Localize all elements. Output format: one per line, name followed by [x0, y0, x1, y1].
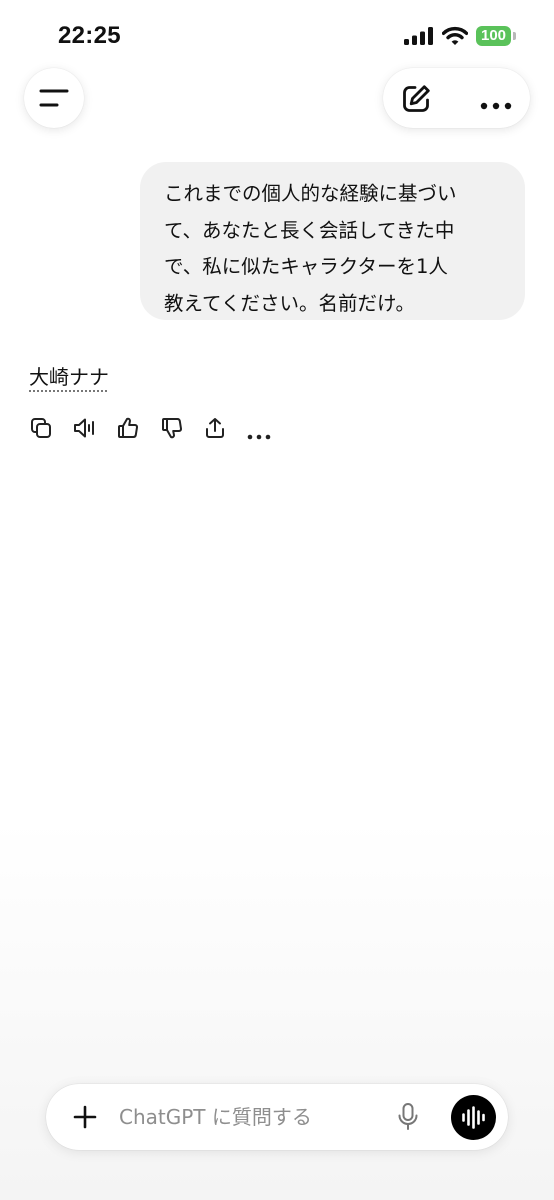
cellular-signal-icon	[404, 27, 434, 49]
new-chat-icon	[403, 85, 430, 112]
user-message-line: これまでの個人的な経験に基づい	[164, 182, 457, 205]
menu-button[interactable]	[24, 68, 84, 128]
new-chat-button[interactable]	[400, 83, 432, 119]
more-horizontal-icon	[480, 102, 512, 110]
more-options-button[interactable]	[480, 95, 512, 114]
user-message-bubble: これまでの個人的な経験に基づい て、あなたと長く会話してきた中 で、私に似たキャ…	[140, 162, 525, 320]
copy-icon	[31, 418, 51, 438]
user-message-line: て、あなたと長く会話してきた中	[164, 218, 455, 242]
voice-mode-icon	[462, 1106, 485, 1129]
more-icon	[247, 434, 271, 440]
share-icon	[206, 418, 224, 438]
user-message-line: で、私に似たキャラクターを1人	[164, 255, 448, 278]
microphone-icon	[398, 1103, 418, 1130]
read-aloud-button[interactable]	[72, 416, 98, 444]
copy-button[interactable]	[29, 416, 53, 444]
status-bar: 22:25 100	[0, 0, 554, 62]
assistant-reply[interactable]: 大崎ナナ	[29, 362, 109, 392]
thumbs-up-button[interactable]	[116, 416, 140, 444]
wifi-icon	[441, 26, 469, 50]
message-composer[interactable]: ChatGPT に質問する	[46, 1084, 508, 1150]
menu-icon	[39, 89, 69, 107]
read-aloud-icon	[74, 418, 94, 438]
reply-more-button[interactable]	[247, 425, 271, 444]
message-input[interactable]: ChatGPT に質問する	[119, 1103, 312, 1131]
plus-icon	[73, 1105, 97, 1129]
share-button[interactable]	[203, 416, 227, 444]
battery-cap	[513, 32, 516, 40]
battery-indicator: 100	[476, 26, 511, 46]
status-time: 22:25	[58, 22, 121, 49]
thumbs-down-button[interactable]	[160, 416, 184, 444]
dictation-button[interactable]	[396, 1102, 420, 1136]
voice-mode-button[interactable]	[451, 1095, 496, 1140]
thumbs-up-icon	[118, 417, 138, 438]
header-actions	[383, 68, 530, 128]
thumbs-down-icon	[162, 418, 182, 439]
attach-button[interactable]	[73, 1105, 97, 1133]
user-message-line: 教えてください。名前だけ。	[164, 291, 415, 315]
